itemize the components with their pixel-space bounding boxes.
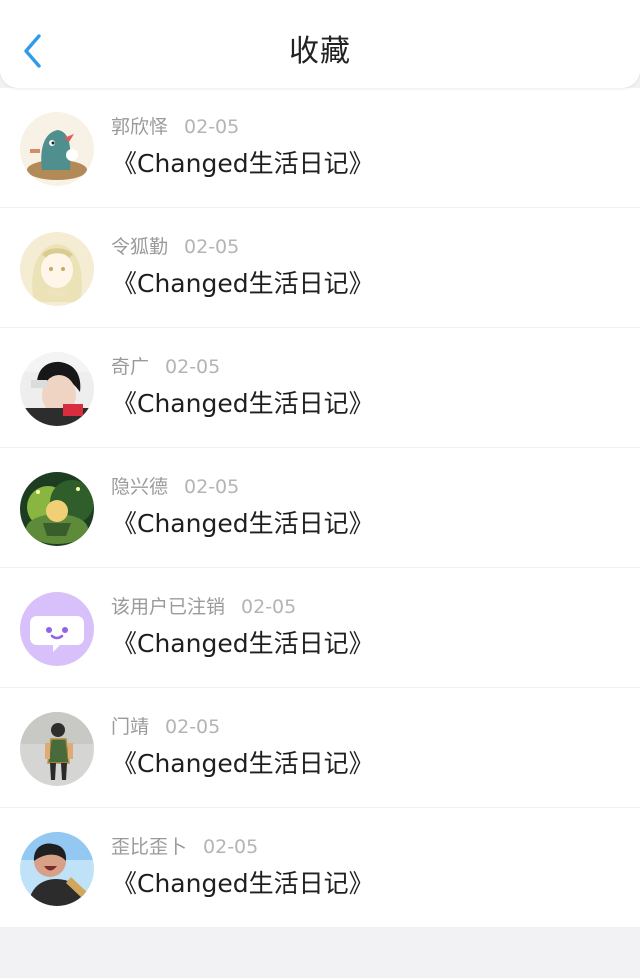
favorite-meta: 奇广 02-05 — [111, 352, 220, 382]
favorite-date: 02-05 — [184, 236, 240, 258]
username[interactable]: 歪比歪卜 — [111, 836, 187, 858]
favorite-content[interactable]: 《Changed生活日记》 — [112, 506, 374, 542]
deleted-user-chat-avatar[interactable] — [20, 592, 94, 666]
favorite-content[interactable]: 《Changed生活日记》 — [112, 866, 374, 902]
favorite-date: 02-05 — [184, 116, 240, 138]
favorite-meta: 郭欣怿 02-05 — [111, 112, 239, 142]
cartoon-bird-avatar[interactable] — [20, 112, 94, 186]
child-photo-avatar[interactable] — [20, 712, 94, 786]
favorite-item[interactable]: 隐兴德 02-05 《Changed生活日记》 — [0, 448, 640, 568]
anime-girl-avatar[interactable] — [20, 232, 94, 306]
favorite-item[interactable]: 郭欣怿 02-05 《Changed生活日记》 — [0, 88, 640, 208]
favorite-meta: 门靖 02-05 — [111, 712, 220, 742]
favorite-meta: 令狐勤 02-05 — [111, 232, 239, 262]
favorite-item[interactable]: 该用户已注销 02-05 《Changed生活日记》 — [0, 568, 640, 688]
favorite-meta: 隐兴德 02-05 — [111, 472, 239, 502]
anime-forest-avatar[interactable] — [20, 472, 94, 546]
favorite-content[interactable]: 《Changed生活日记》 — [112, 746, 374, 782]
username[interactable]: 该用户已注销 — [111, 596, 225, 618]
favorite-date: 02-05 — [184, 476, 240, 498]
favorite-item[interactable]: 令狐勤 02-05 《Changed生活日记》 — [0, 208, 640, 328]
favorites-list: 郭欣怿 02-05 《Changed生活日记》 令狐勤 02-05 《Chang… — [0, 88, 640, 928]
page-title: 收藏 — [289, 34, 351, 69]
favorites-page: 收藏 郭欣怿 02-05 《Changed生活日记》 令狐勤 02-05 《Ch… — [0, 0, 640, 978]
favorite-item[interactable]: 歪比歪卜 02-05 《Changed生活日记》 — [0, 808, 640, 928]
favorite-content[interactable]: 《Changed生活日记》 — [112, 386, 374, 422]
boy-photo-avatar[interactable] — [20, 352, 94, 426]
favorite-content[interactable]: 《Changed生活日记》 — [112, 146, 374, 182]
favorite-item[interactable]: 奇广 02-05 《Changed生活日记》 — [0, 328, 640, 448]
username[interactable]: 奇广 — [111, 356, 149, 378]
favorite-date: 02-05 — [165, 716, 221, 738]
username[interactable]: 门靖 — [111, 716, 149, 738]
favorite-date: 02-05 — [165, 356, 221, 378]
favorite-date: 02-05 — [241, 596, 297, 618]
man-shouting-avatar[interactable] — [20, 832, 94, 906]
username[interactable]: 令狐勤 — [111, 236, 168, 258]
top-bar: 收藏 — [0, 0, 640, 88]
favorite-content[interactable]: 《Changed生活日记》 — [112, 626, 374, 662]
favorite-date: 02-05 — [203, 836, 259, 858]
username[interactable]: 隐兴德 — [111, 476, 168, 498]
favorite-item[interactable]: 门靖 02-05 《Changed生活日记》 — [0, 688, 640, 808]
favorite-content[interactable]: 《Changed生活日记》 — [112, 266, 374, 302]
favorite-meta: 歪比歪卜 02-05 — [111, 832, 258, 862]
favorite-meta: 该用户已注销 02-05 — [111, 592, 296, 622]
username[interactable]: 郭欣怿 — [111, 116, 168, 138]
